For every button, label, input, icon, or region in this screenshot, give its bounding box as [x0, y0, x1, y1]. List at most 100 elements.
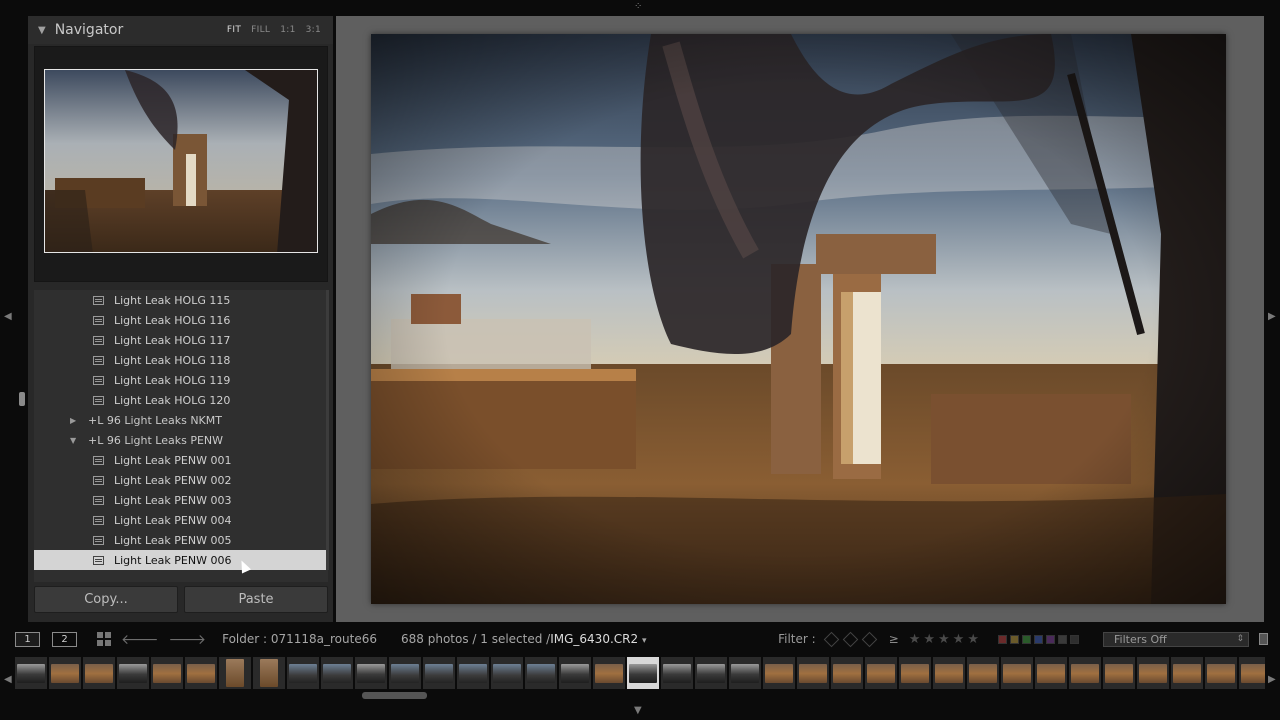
top-panel-toggle-icon[interactable]: ⁘ [634, 2, 642, 12]
primary-display-button[interactable]: 1 [15, 631, 40, 647]
zoom-1-1[interactable]: 1:1 [280, 25, 295, 35]
previous-arrow-icon[interactable]: 🡐 [121, 631, 159, 648]
preset-icon [93, 455, 104, 465]
filmstrip-thumbnail[interactable] [1069, 657, 1101, 689]
filmstrip-thumbnail[interactable] [1171, 657, 1203, 689]
preset-item[interactable]: Light Leak PENW 004 [34, 510, 328, 530]
color-label-swatch[interactable] [1046, 634, 1055, 644]
navigator-thumbnail[interactable] [44, 69, 318, 253]
collapsed-triangle-icon[interactable]: ▶ [70, 416, 80, 425]
filmstrip-thumbnail[interactable] [1205, 657, 1237, 689]
flag-filter-icon[interactable] [823, 631, 839, 647]
filmstrip-thumbnail[interactable] [1137, 657, 1169, 689]
filmstrip-thumbnail[interactable] [287, 657, 319, 689]
filter-lock-icon[interactable] [1259, 633, 1268, 645]
filmstrip-thumbnail[interactable] [49, 657, 81, 689]
filmstrip-thumbnail[interactable] [763, 657, 795, 689]
paste-button[interactable]: Paste [184, 586, 328, 613]
develop-presets-list[interactable]: Light Leak HOLG 115 Light Leak HOLG 116 Li… [34, 290, 328, 582]
expanded-triangle-icon[interactable]: ▼ [70, 436, 80, 445]
filmstrip-thumbnail[interactable] [457, 657, 489, 689]
copy-button[interactable]: Copy... [34, 586, 178, 613]
rating-operator[interactable]: ≥ [889, 632, 899, 646]
loupe-view[interactable] [336, 16, 1264, 622]
filmstrip-thumbnail[interactable] [151, 657, 183, 689]
navigator-preview[interactable] [34, 46, 328, 282]
color-label-swatch[interactable] [998, 634, 1007, 644]
right-panel-toggle-icon[interactable]: ▶ [1268, 312, 1276, 322]
preset-item[interactable]: Light Leak PENW 005 [34, 530, 328, 550]
next-arrow-icon[interactable]: 🡒 [169, 631, 207, 648]
preset-item[interactable]: Light Leak PENW 002 [34, 470, 328, 490]
preset-folder[interactable]: ▼ +L 96 Light Leaks PENW [34, 430, 328, 450]
preset-item[interactable]: Light Leak PENW 003 [34, 490, 328, 510]
main-photo[interactable] [371, 34, 1226, 604]
preset-item[interactable]: Light Leak HOLG 116 [34, 310, 328, 330]
filmstrip-thumbnail[interactable] [593, 657, 625, 689]
left-scroll-handle[interactable] [19, 392, 25, 406]
filmstrip-thumbnail[interactable] [729, 657, 761, 689]
preset-item[interactable]: Light Leak HOLG 118 [34, 350, 328, 370]
filmstrip-thumbnail[interactable] [117, 657, 149, 689]
left-panel-scrollbar[interactable] [326, 290, 329, 570]
filmstrip-thumbnail[interactable] [1239, 657, 1265, 689]
color-label-swatch[interactable] [1034, 634, 1043, 644]
color-label-swatch[interactable] [1010, 634, 1019, 644]
filmstrip-thumbnail[interactable] [1103, 657, 1135, 689]
filmstrip-thumbnail[interactable] [865, 657, 897, 689]
filmstrip-thumbnail[interactable] [933, 657, 965, 689]
filmstrip[interactable] [15, 655, 1265, 691]
filmstrip-thumbnail[interactable] [831, 657, 863, 689]
filmstrip-thumbnail[interactable] [185, 657, 217, 689]
color-label-swatch[interactable] [1022, 634, 1031, 644]
filmstrip-thumbnail[interactable] [389, 657, 421, 689]
filmstrip-right-toggle-icon[interactable]: ▶ [1268, 675, 1276, 685]
filmstrip-thumbnail[interactable] [559, 657, 591, 689]
filmstrip-thumbnail[interactable] [355, 657, 387, 689]
filmstrip-thumbnail[interactable] [797, 657, 829, 689]
zoom-fit[interactable]: FIT [227, 25, 241, 35]
color-label-swatch[interactable] [1058, 634, 1067, 644]
filmstrip-scrollbar[interactable] [362, 692, 427, 699]
zoom-3-1[interactable]: 3:1 [306, 25, 321, 35]
photo-count[interactable]: 688 photos / 1 selected /IMG_6430.CR2 ▾ [401, 632, 646, 646]
filmstrip-thumbnail[interactable] [219, 657, 251, 689]
preset-item[interactable]: Light Leak HOLG 117 [34, 330, 328, 350]
unflagged-filter-icon[interactable] [842, 631, 858, 647]
collapse-triangle-icon[interactable]: ▼ [38, 25, 46, 36]
filmstrip-thumbnail[interactable] [695, 657, 727, 689]
zoom-fill[interactable]: FILL [251, 25, 270, 35]
filmstrip-thumbnail[interactable] [661, 657, 693, 689]
star-rating-filter[interactable]: ★★★★★ [909, 632, 982, 647]
preset-item[interactable]: Light Leak HOLG 120 [34, 390, 328, 410]
filmstrip-thumbnail[interactable] [491, 657, 523, 689]
filename-dropdown-icon[interactable]: ▾ [642, 636, 647, 646]
folder-source[interactable]: Folder : 071118a_route66 [222, 632, 377, 646]
filter-presets-dropdown[interactable]: Filters Off [1103, 631, 1249, 647]
preset-item[interactable]: Light Leak PENW 001 [34, 450, 328, 470]
filmstrip-thumbnail[interactable] [83, 657, 115, 689]
filmstrip-thumbnail[interactable] [15, 657, 47, 689]
preset-item[interactable]: Light Leak PENW 006 [34, 550, 328, 570]
navigator-header[interactable]: ▼ Navigator FIT FILL 1:1 3:1 [28, 16, 333, 44]
filmstrip-thumbnail[interactable] [423, 657, 455, 689]
color-label-filter[interactable] [998, 634, 1079, 644]
preset-item[interactable]: Light Leak HOLG 119 [34, 370, 328, 390]
secondary-display-button[interactable]: 2 [52, 631, 77, 647]
filmstrip-thumbnail[interactable] [967, 657, 999, 689]
filmstrip-thumbnail[interactable] [899, 657, 931, 689]
filmstrip-thumbnail[interactable] [525, 657, 557, 689]
left-panel-toggle-icon[interactable]: ◀ [4, 312, 12, 322]
filmstrip-thumbnail[interactable] [1035, 657, 1067, 689]
preset-item[interactable]: Light Leak HOLG 115 [34, 290, 328, 310]
filmstrip-thumbnail[interactable] [253, 657, 285, 689]
grid-view-icon[interactable] [97, 632, 111, 646]
filmstrip-left-toggle-icon[interactable]: ◀ [4, 675, 12, 685]
bottom-panel-toggle-icon[interactable]: ▼ [634, 706, 642, 716]
preset-folder[interactable]: ▶ +L 96 Light Leaks NKMT [34, 410, 328, 430]
filmstrip-thumbnail[interactable] [321, 657, 353, 689]
color-label-swatch[interactable] [1070, 634, 1079, 644]
filmstrip-thumbnail[interactable] [1001, 657, 1033, 689]
rejected-filter-icon[interactable] [861, 631, 877, 647]
filmstrip-thumbnail[interactable] [627, 657, 659, 689]
